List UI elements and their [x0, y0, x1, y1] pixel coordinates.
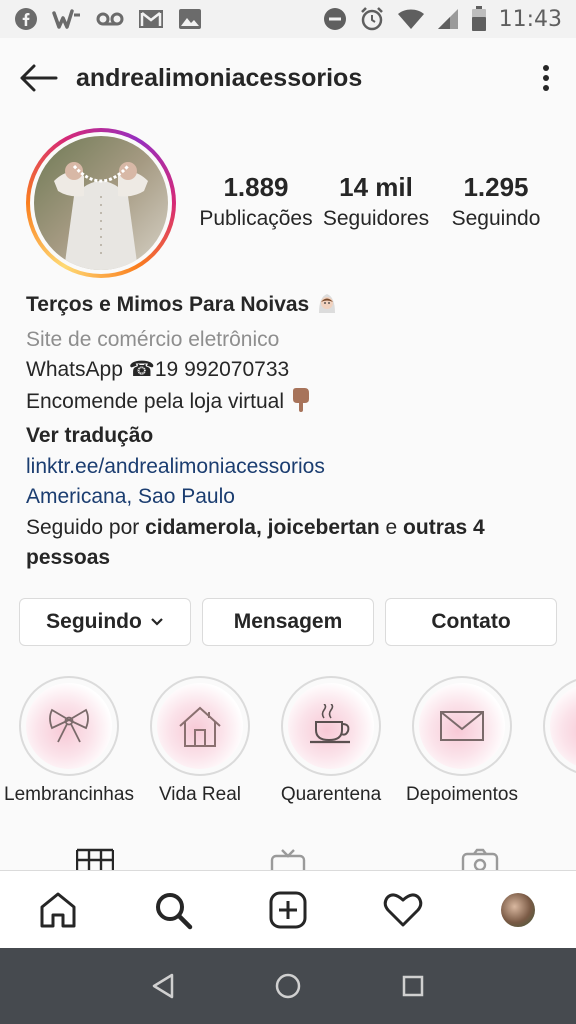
followers-count: 14 mil [339, 172, 413, 202]
highlight-item[interactable]: Quarentena [266, 676, 396, 806]
followers-label: Seguidores [322, 207, 430, 230]
highlight-label: Quarentena [280, 784, 382, 805]
following-button-label: Seguindo [46, 610, 142, 633]
posts-label: Publicações [199, 207, 313, 230]
facebook-icon [14, 7, 38, 31]
signal-icon [437, 8, 459, 30]
system-home-button[interactable] [258, 956, 318, 1016]
nav-search[interactable] [133, 871, 213, 949]
story-highlights: Lembrancinhas Vida Real Quarentena Depoi… [0, 676, 576, 816]
see-translation-link[interactable]: Ver tradução [26, 421, 556, 452]
profile-header: andrealimoniacessorios [0, 38, 576, 118]
highlight-item[interactable]: Depoimentos [397, 676, 527, 806]
nav-profile[interactable] [478, 871, 558, 949]
followed-by-line[interactable]: Seguido por cidamerola, joicebertan e ou… [26, 513, 556, 574]
back-arrow-icon [20, 64, 58, 92]
highlight-label: Vida Real [158, 784, 242, 805]
highlight-label: Pe [528, 784, 576, 806]
heart-icon [383, 893, 423, 926]
message-button[interactable]: Mensagem [202, 598, 374, 646]
profile-tabs [0, 848, 576, 870]
highlight-label: Depoimentos [406, 784, 518, 805]
posts-stat[interactable]: 1.889 Publicações [196, 170, 316, 234]
status-bar: 11:43 [0, 0, 576, 38]
chevron-down-icon [151, 618, 163, 626]
posts-count: 1.889 [223, 172, 289, 202]
bio-order-line: Encomende pela loja virtual [26, 389, 284, 413]
search-icon [155, 892, 193, 929]
envelope-icon [440, 711, 484, 741]
highlight-label: Lembrancinhas [4, 784, 134, 805]
house-icon [179, 706, 221, 747]
image-icon [178, 8, 202, 30]
wattpad-icon [52, 7, 82, 31]
profile-stats: 1.889 Publicações 14 mil Seguidores 1.29… [196, 170, 566, 234]
tagged-icon[interactable] [461, 848, 499, 870]
following-button[interactable]: Seguindo [19, 598, 191, 646]
followed-by-mid: e [379, 515, 404, 539]
profile-location-link[interactable]: Americana, Sao Paulo [26, 482, 556, 513]
do-not-disturb-icon [323, 7, 347, 31]
bottom-navigation [0, 870, 576, 948]
circle-home-icon [275, 973, 301, 999]
gmail-icon [138, 8, 164, 30]
home-icon [40, 892, 76, 927]
profile-category: Site de comércio eletrônico [26, 327, 280, 351]
followed-by-prefix: Seguido por [26, 515, 146, 539]
system-back-button[interactable] [133, 956, 193, 1016]
highlight-item[interactable]: Lembrancinhas [4, 676, 134, 806]
profile-avatar[interactable] [26, 128, 176, 278]
avatar-photo [34, 136, 168, 270]
profile-body: 1.889 Publicações 14 mil Seguidores 1.29… [0, 118, 576, 870]
highlight-item[interactable]: Pe [528, 676, 576, 806]
wifi-icon [397, 8, 425, 30]
profile-username: andrealimoniacessorios [76, 63, 363, 92]
profile-avatar-small [501, 892, 536, 927]
square-recents-icon [403, 975, 424, 997]
voicemail-icon [96, 10, 124, 28]
alarm-icon [359, 6, 385, 32]
profile-actions: Seguindo Mensagem Contato [19, 598, 557, 646]
triangle-back-icon [152, 973, 173, 999]
add-post-icon [269, 891, 307, 928]
nav-new-post[interactable] [248, 871, 328, 949]
followers-stat[interactable]: 14 mil Seguidores [316, 170, 436, 234]
coffee-cup-icon [310, 704, 350, 744]
bio-whatsapp-line: WhatsApp ☎19 992070733 [26, 358, 290, 381]
profile-bio: Terços e Mimos Para Noivas Site de comér… [26, 290, 556, 574]
following-stat[interactable]: 1.295 Seguindo [436, 170, 556, 234]
grid-icon[interactable] [75, 848, 115, 870]
android-navigation-bar [0, 948, 576, 1024]
profile-display-name: Terços e Mimos Para Noivas [26, 293, 310, 316]
back-button[interactable] [0, 38, 76, 118]
highlight-item[interactable]: Vida Real [135, 676, 265, 806]
pointing-down-emoji-icon [290, 386, 312, 422]
nav-home[interactable] [18, 871, 98, 949]
clock-time: 11:43 [498, 6, 562, 32]
more-options-button[interactable] [532, 58, 560, 98]
profile-website-link[interactable]: linktr.ee/andrealimoniacessorios [26, 452, 556, 483]
battery-icon [471, 6, 487, 32]
contact-button[interactable]: Contato [385, 598, 557, 646]
nav-activity[interactable] [363, 871, 443, 949]
system-recents-button[interactable] [383, 956, 443, 1016]
more-vertical-icon [543, 65, 549, 91]
bride-emoji-icon [315, 291, 339, 325]
igtv-icon[interactable] [270, 848, 306, 870]
bow-icon [49, 708, 89, 743]
contact-button-label: Contato [431, 610, 511, 633]
following-label: Seguindo [451, 207, 541, 230]
following-count: 1.295 [463, 172, 529, 202]
followed-by-users: cidamerola, joicebertan [145, 515, 380, 539]
message-button-label: Mensagem [233, 610, 343, 633]
